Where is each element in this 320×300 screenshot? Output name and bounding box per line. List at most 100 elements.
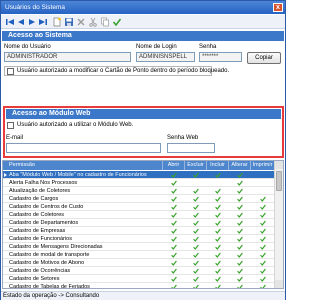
permission-cell[interactable]	[229, 283, 251, 288]
permission-cell[interactable]	[185, 235, 207, 243]
permission-cell[interactable]	[185, 187, 207, 195]
table-row[interactable]: Cadastro de Funcionários	[3, 235, 275, 243]
prev-icon[interactable]	[16, 17, 26, 27]
save-icon[interactable]	[64, 17, 74, 27]
col-excluir[interactable]: Excluir	[185, 161, 207, 170]
col-alterar[interactable]: Alterar	[229, 161, 251, 170]
permission-cell[interactable]	[207, 227, 229, 235]
permission-cell[interactable]	[207, 179, 229, 187]
copy-icon[interactable]	[100, 17, 110, 27]
permission-cell[interactable]	[207, 219, 229, 227]
permission-cell[interactable]	[185, 227, 207, 235]
permission-cell[interactable]	[207, 251, 229, 259]
permission-cell[interactable]	[207, 171, 229, 179]
permission-cell[interactable]	[163, 227, 185, 235]
permission-cell[interactable]	[185, 275, 207, 283]
table-row[interactable]: Cadastro de Departamentos	[3, 219, 275, 227]
col-incluir[interactable]: Incluir	[207, 161, 229, 170]
permission-cell[interactable]	[163, 235, 185, 243]
permission-cell[interactable]	[229, 203, 251, 211]
table-row[interactable]: Aba "Módulo Web / Mobile" no cadastro de…	[3, 171, 275, 179]
permission-cell[interactable]	[251, 203, 275, 211]
scroll-up-icon[interactable]	[275, 161, 283, 169]
permission-cell[interactable]	[229, 227, 251, 235]
table-row[interactable]: Alerta Falha Nos Processos	[3, 179, 275, 187]
nome-login-field[interactable]: ADMINISNSPELL	[136, 52, 195, 62]
table-row[interactable]: Cadastro de Mensagens Direcionadas	[3, 243, 275, 251]
table-row[interactable]: Cadastro de Centros de Custo	[3, 203, 275, 211]
permission-cell[interactable]	[163, 275, 185, 283]
permission-cell[interactable]	[185, 267, 207, 275]
permission-cell[interactable]	[251, 275, 275, 283]
permission-cell[interactable]	[163, 251, 185, 259]
permission-cell[interactable]	[251, 187, 275, 195]
permission-cell[interactable]	[229, 251, 251, 259]
permission-cell[interactable]	[229, 267, 251, 275]
permission-cell[interactable]	[185, 259, 207, 267]
col-imprimir[interactable]: Imprimir	[251, 161, 275, 170]
table-row[interactable]: Cadastro de Empresas	[3, 227, 275, 235]
permission-cell[interactable]	[207, 275, 229, 283]
scroll-down-icon[interactable]	[275, 280, 283, 288]
permission-cell[interactable]	[251, 267, 275, 275]
cut-icon[interactable]	[88, 17, 98, 27]
delete-icon[interactable]	[76, 17, 86, 27]
first-icon[interactable]	[5, 17, 15, 27]
table-row[interactable]: Cadastro de Cargos	[3, 195, 275, 203]
permission-cell[interactable]	[251, 179, 275, 187]
permission-cell[interactable]	[163, 203, 185, 211]
permission-cell[interactable]	[207, 211, 229, 219]
table-row[interactable]: Cadastro de Tabelas de Feriados	[3, 283, 275, 288]
permission-cell[interactable]	[207, 187, 229, 195]
cartao-ponto-checkbox[interactable]	[7, 68, 14, 75]
permission-cell[interactable]	[229, 259, 251, 267]
permission-cell[interactable]	[185, 171, 207, 179]
permission-cell[interactable]	[207, 235, 229, 243]
permission-cell[interactable]	[229, 275, 251, 283]
table-row[interactable]: Cadastro de Motivos de Abono	[3, 259, 275, 267]
copiar-button[interactable]: Copiar	[247, 52, 281, 64]
permission-cell[interactable]	[185, 251, 207, 259]
table-row[interactable]: Atualização de Coletores	[3, 187, 275, 195]
permission-cell[interactable]	[251, 195, 275, 203]
permission-cell[interactable]	[207, 195, 229, 203]
permission-cell[interactable]	[229, 171, 251, 179]
close-button[interactable]: x	[273, 3, 283, 12]
permission-cell[interactable]	[163, 243, 185, 251]
cartao-ponto-option[interactable]: Usuário autorizado a modificar o Cartão …	[4, 66, 229, 76]
permission-cell[interactable]	[207, 243, 229, 251]
permission-cell[interactable]	[207, 259, 229, 267]
nome-usuario-field[interactable]: ADMINISTRADOR	[4, 52, 131, 62]
permission-cell[interactable]	[163, 259, 185, 267]
permission-cell[interactable]	[185, 283, 207, 288]
permission-cell[interactable]	[229, 219, 251, 227]
col-abrir[interactable]: Abrir	[163, 161, 185, 170]
senha-field[interactable]: *******	[199, 52, 242, 62]
permission-cell[interactable]	[163, 267, 185, 275]
permission-cell[interactable]	[207, 267, 229, 275]
table-row[interactable]: Cadastro de Setores	[3, 275, 275, 283]
permission-cell[interactable]	[251, 211, 275, 219]
permission-cell[interactable]	[229, 243, 251, 251]
table-row[interactable]: Cadastro de Ocorrências	[3, 267, 275, 275]
permission-cell[interactable]	[163, 211, 185, 219]
email-field[interactable]	[6, 143, 161, 153]
permission-cell[interactable]	[229, 187, 251, 195]
confirm-icon[interactable]	[112, 17, 122, 27]
new-icon[interactable]	[52, 17, 62, 27]
permission-cell[interactable]	[185, 219, 207, 227]
table-row[interactable]: Cadastro de modal de transporte	[3, 251, 275, 259]
permission-cell[interactable]	[251, 243, 275, 251]
permission-cell[interactable]	[163, 179, 185, 187]
senha-web-field[interactable]	[167, 143, 215, 153]
grid-scrollbar[interactable]	[274, 161, 283, 288]
permission-cell[interactable]	[229, 195, 251, 203]
permission-cell[interactable]	[163, 187, 185, 195]
permission-cell[interactable]	[251, 171, 275, 179]
scroll-thumb[interactable]	[276, 171, 282, 191]
permission-cell[interactable]	[251, 283, 275, 288]
permission-cell[interactable]	[229, 179, 251, 187]
permission-cell[interactable]	[185, 179, 207, 187]
table-row[interactable]: Cadastro de Coletores	[3, 211, 275, 219]
permission-cell[interactable]	[251, 227, 275, 235]
